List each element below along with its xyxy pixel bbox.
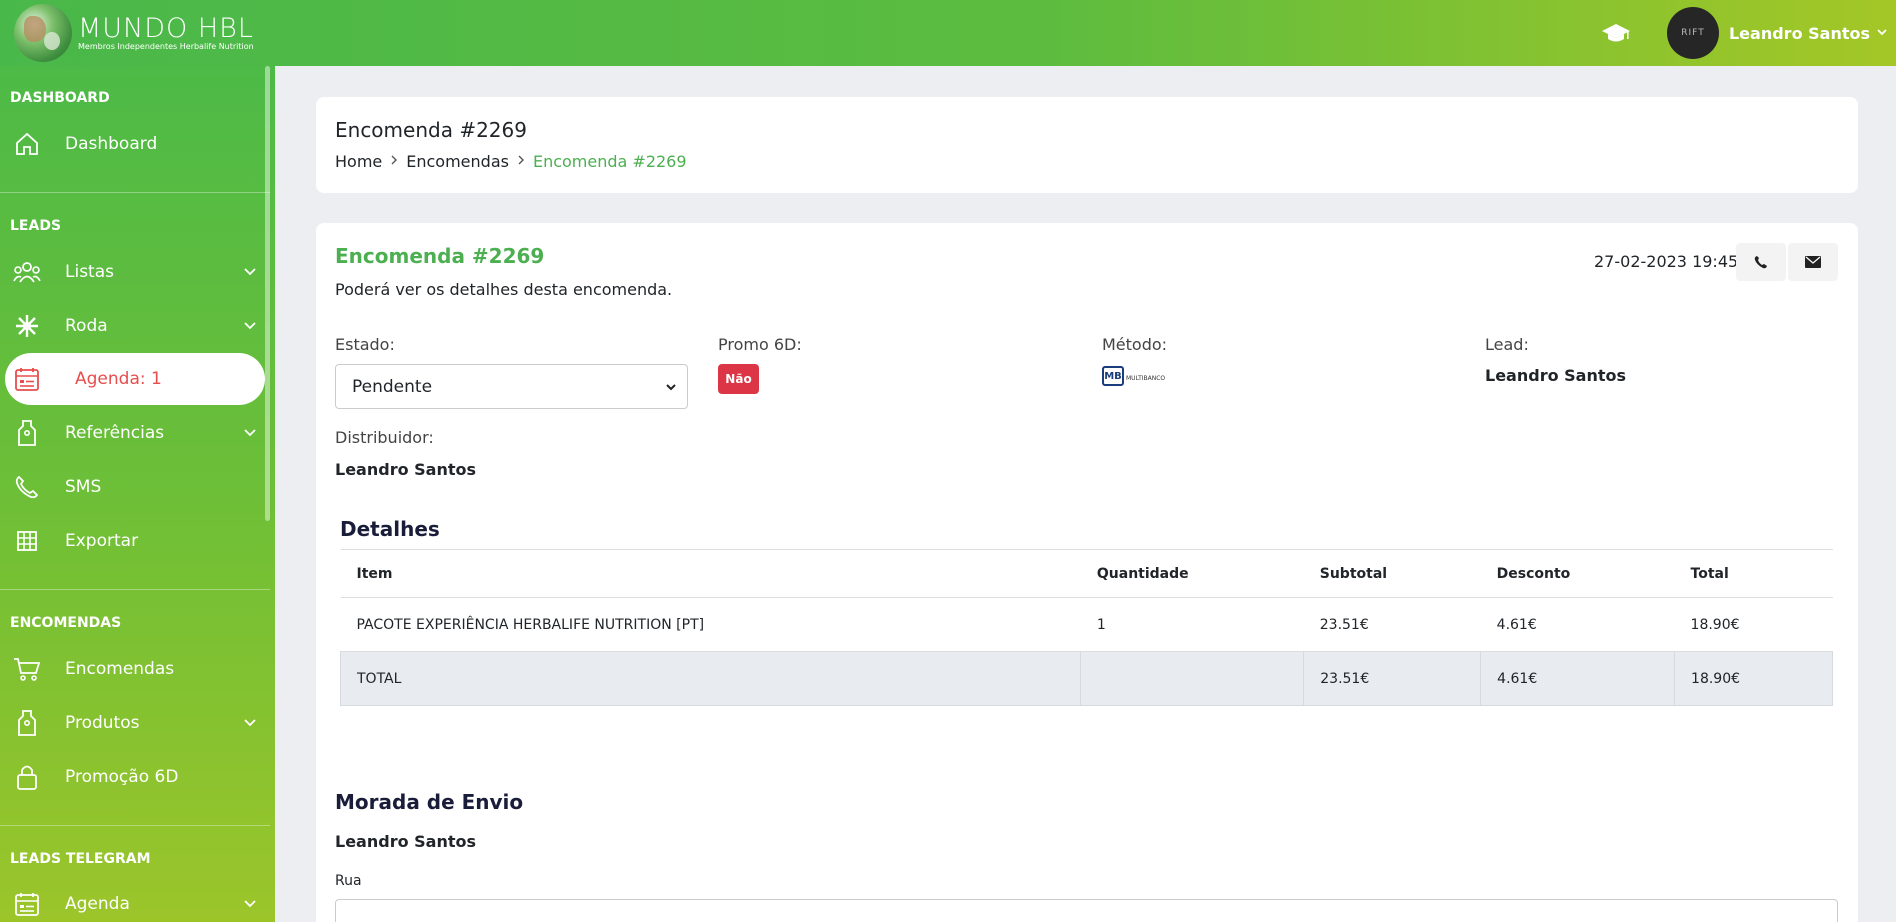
tag-icon [13, 419, 41, 447]
distribuidor-value: Leandro Santos [335, 460, 477, 479]
user-name[interactable]: Leandro Santos [1729, 24, 1870, 43]
column-header-quantidade: Quantidade [1080, 549, 1304, 598]
order-title: Encomenda #2269 [335, 244, 545, 268]
tag-icon [13, 709, 41, 737]
rua-label: Rua [335, 873, 362, 889]
sidebar-item-agenda-telegram[interactable]: Agenda [5, 878, 265, 922]
top-bar: MUNDO HBL Membros Independentes Herbalif… [0, 0, 1896, 66]
promo-6d-badge: Não [718, 364, 759, 394]
cell-total-subtotal: 23.51€ [1303, 651, 1482, 706]
cell-quantidade: 1 [1080, 597, 1304, 652]
cell-subtotal: 23.51€ [1303, 597, 1481, 652]
estado-select[interactable]: Pendente [335, 364, 688, 409]
sidebar-item-listas[interactable]: Listas [5, 246, 265, 298]
chevron-down-icon [244, 900, 256, 908]
lead-value: Leandro Santos [1485, 366, 1627, 385]
chevron-right-icon [390, 154, 398, 169]
users-icon [13, 258, 41, 286]
cell-total-total: 18.90€ [1674, 651, 1833, 706]
sidebar-section-encomendas: ENCOMENDAS [10, 615, 122, 631]
graduation-cap-icon[interactable] [1601, 21, 1631, 45]
sidebar-item-promocao-6d[interactable]: Promoção 6D [5, 751, 265, 803]
logo-title: MUNDO HBL [78, 13, 254, 44]
rua-input[interactable] [335, 899, 1838, 922]
logo[interactable]: MUNDO HBL Membros Independentes Herbalif… [14, 4, 254, 62]
chevron-down-icon [244, 719, 256, 727]
sidebar-item-produtos[interactable]: Produtos [5, 697, 265, 749]
table-row: PACOTE EXPERIÊNCIA HERBALIFE NUTRITION [… [340, 597, 1833, 652]
shipping-name: Leandro Santos [335, 832, 477, 851]
cart-icon [13, 655, 41, 683]
chevron-down-icon [244, 322, 256, 330]
column-header-total: Total [1674, 549, 1833, 598]
sidebar-item-roda[interactable]: Roda [5, 300, 265, 352]
sidebar-item-sms[interactable]: SMS [5, 461, 265, 513]
cell-total-empty [1080, 651, 1305, 706]
column-header-desconto: Desconto [1480, 549, 1675, 598]
table-total-row: TOTAL 23.51€ 4.61€ 18.90€ [339, 651, 1833, 706]
chevron-right-icon [517, 154, 525, 169]
calendar-icon [13, 365, 41, 393]
sidebar: DASHBOARD Dashboard LEADS Listas Roda Ag… [0, 66, 275, 922]
avatar[interactable]: RIFT [1666, 7, 1719, 59]
sidebar-divider [0, 192, 270, 193]
estado-label: Estado: [335, 335, 395, 354]
sidebar-divider [0, 825, 270, 826]
column-header-item: Item [340, 549, 1081, 598]
breadcrumb: Home Encomendas Encomenda #2269 [335, 152, 687, 171]
sidebar-item-encomendas[interactable]: Encomendas [5, 643, 265, 695]
call-button[interactable] [1736, 243, 1786, 281]
order-subtitle: Poderá ver os detalhes desta encomenda. [335, 280, 673, 299]
home-icon [13, 130, 41, 158]
sidebar-scrollbar[interactable] [265, 66, 270, 521]
sidebar-item-referencias[interactable]: Referências [5, 407, 265, 459]
page-title: Encomenda #2269 [335, 118, 527, 142]
sidebar-divider [0, 589, 270, 590]
promo-6d-label: Promo 6D: [718, 335, 802, 354]
wheel-icon [13, 312, 41, 340]
lock-icon [13, 763, 41, 791]
table-header-row: Item Quantidade Subtotal Desconto Total [340, 549, 1833, 598]
sidebar-item-agenda[interactable]: Agenda: 1 [5, 353, 265, 405]
calendar-icon [13, 890, 41, 918]
cell-item: PACOTE EXPERIÊNCIA HERBALIFE NUTRITION [… [340, 597, 1081, 652]
chevron-down-icon [244, 268, 256, 276]
breadcrumb-encomendas[interactable]: Encomendas [406, 152, 509, 171]
phone-icon [13, 473, 41, 501]
cell-total-label: TOTAL [339, 651, 1082, 706]
chevron-down-icon [666, 384, 676, 391]
sidebar-section-leads-telegram: LEADS TELEGRAM [10, 851, 151, 867]
shipping-title: Morada de Envio [335, 790, 524, 814]
phone-icon [1754, 256, 1767, 269]
chevron-down-icon[interactable] [1876, 26, 1888, 41]
distribuidor-label: Distribuidor: [335, 428, 434, 447]
details-title: Detalhes [340, 517, 440, 541]
details-table: Item Quantidade Subtotal Desconto Total … [339, 549, 1833, 706]
chevron-down-icon [244, 429, 256, 437]
breadcrumb-current: Encomenda #2269 [532, 152, 687, 171]
table-icon [13, 527, 41, 555]
cell-total: 18.90€ [1674, 597, 1833, 652]
order-date: 27-02-2023 19:45 [1594, 252, 1739, 271]
page-header-card: Encomenda #2269 Home Encomendas Encomend… [316, 97, 1858, 193]
sidebar-section-leads: LEADS [10, 218, 62, 234]
column-header-subtotal: Subtotal [1303, 549, 1481, 598]
cell-desconto: 4.61€ [1480, 597, 1675, 652]
globe-logo-icon [14, 4, 72, 62]
cell-total-desconto: 4.61€ [1480, 651, 1676, 706]
breadcrumb-home[interactable]: Home [335, 152, 382, 171]
metodo-label: Método: [1102, 335, 1168, 354]
sidebar-item-dashboard[interactable]: Dashboard [5, 118, 265, 170]
email-button[interactable] [1788, 243, 1838, 281]
logo-subtitle: Membros Independentes Herbalife Nutritio… [78, 42, 254, 51]
envelope-icon [1805, 256, 1821, 268]
sidebar-item-exportar[interactable]: Exportar [5, 515, 265, 567]
lead-label: Lead: [1485, 335, 1529, 354]
multibanco-logo: MB MULTIBANCO [1102, 366, 1165, 386]
sidebar-section-dashboard: DASHBOARD [10, 90, 110, 106]
